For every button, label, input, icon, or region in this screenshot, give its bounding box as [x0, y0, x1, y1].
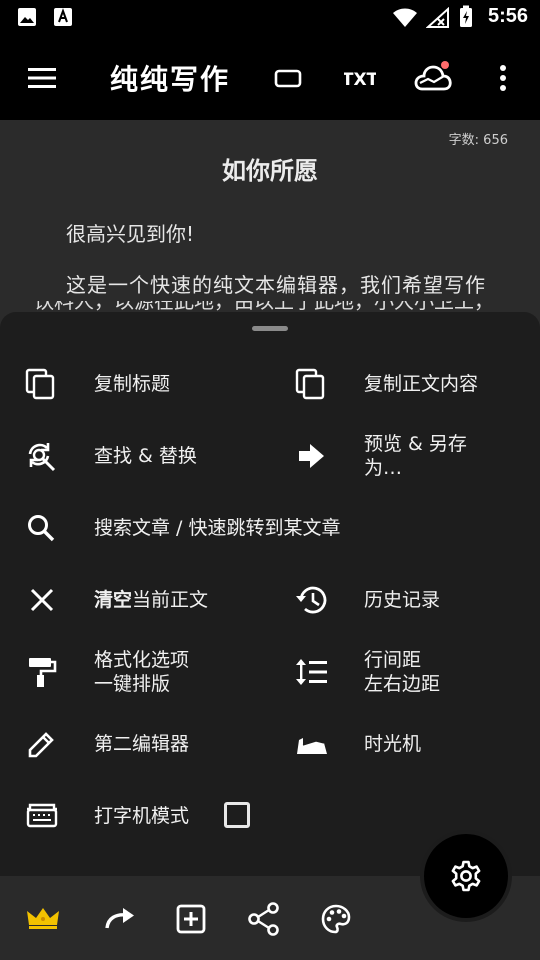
redo-icon[interactable] [104, 906, 136, 932]
status-time: 5:56 [487, 5, 528, 27]
palette-icon[interactable] [320, 903, 352, 935]
format-options-label: 格式化选项 一键排版 [94, 642, 189, 702]
close-icon [30, 588, 54, 612]
add-box-icon[interactable] [176, 904, 206, 934]
clear-body-label: 清空 当前正文 [94, 570, 208, 630]
history-label: 历史记录 [364, 589, 441, 611]
status-bar: 5:56 [0, 0, 540, 36]
search-articles-label: 搜索文章 / 快速跳转到某文章 [94, 517, 341, 539]
line-spacing-item[interactable]: 行间距 左右边距 [294, 642, 534, 702]
signal-icon [426, 7, 449, 28]
search-articles-item[interactable]: 搜索文章 / 快速跳转到某文章 [24, 498, 524, 558]
preview-save-as-item[interactable]: 预览 & 另存 为… [294, 426, 534, 486]
line-spacing-label: 行间距 左右边距 [364, 642, 440, 702]
clear-body-label-bold: 清空 [94, 589, 133, 611]
time-machine-icon [297, 738, 327, 754]
sync-status-dot [441, 61, 449, 69]
line-spacing-line1: 行间距 [364, 649, 422, 671]
crown-icon[interactable] [26, 906, 60, 930]
copy-body-label: 复制正文内容 [364, 373, 479, 395]
a-notification-icon [54, 8, 72, 26]
search-icon [28, 515, 55, 542]
preview-save-as-line2: 为… [364, 457, 403, 479]
history-item[interactable]: 历史记录 [294, 570, 534, 630]
preview-save-as-line1: 预览 & 另存 [364, 433, 467, 455]
cloud-sync-icon[interactable] [412, 60, 454, 94]
app-title: 纯纯写作 [110, 63, 231, 96]
typewriter-icon [26, 803, 58, 828]
copy-title-item[interactable]: 复制标题 [24, 354, 264, 414]
typewriter-mode-label: 打字机模式 [94, 805, 190, 827]
time-machine-item[interactable]: 时光机 [294, 714, 534, 774]
format-options-line2: 一键排版 [94, 673, 171, 695]
word-count: 字数: 656 [448, 133, 508, 148]
clear-body-label-rest: 当前正文 [132, 589, 209, 611]
second-editor-item[interactable]: 第二编辑器 [24, 714, 264, 774]
copy-icon [25, 368, 55, 400]
find-replace-item[interactable]: 查找 & 替换 [24, 426, 264, 486]
typewriter-mode-checkbox[interactable] [224, 802, 250, 828]
clear-body-item[interactable]: 清空 当前正文 [24, 570, 264, 630]
find-replace-icon [28, 443, 56, 472]
menu-bottom-sheet: 复制标题 复制正文内容 查找 & 替换 预览 & 另存 为… 搜索文章 / 快速… [0, 312, 540, 876]
second-editor-label: 第二编辑器 [94, 733, 190, 755]
document-title[interactable]: 如你所愿 [0, 151, 540, 186]
paragraph-2[interactable]: 这是一个快速的纯文本编辑器，我们希望写作 [34, 271, 506, 299]
format-paint-icon [29, 658, 57, 687]
app-bar: 纯纯写作 TXT [0, 36, 540, 120]
wifi-icon [393, 8, 417, 27]
line-spacing-line2: 左右边距 [364, 673, 441, 695]
more-vert-icon[interactable] [498, 64, 508, 92]
battery-icon [460, 5, 472, 27]
fullscreen-icon[interactable] [274, 69, 302, 89]
format-options-line1: 格式化选项 [94, 649, 190, 671]
find-replace-label: 查找 & 替换 [94, 445, 197, 467]
arrow-right-icon [299, 444, 324, 468]
format-options-item[interactable]: 格式化选项 一键排版 [24, 642, 264, 702]
time-machine-label: 时光机 [364, 733, 422, 755]
txt-icon-label: TXT [344, 70, 376, 89]
copy-body-item[interactable]: 复制正文内容 [294, 354, 534, 414]
copy-title-label: 复制标题 [94, 373, 171, 395]
settings-icon [451, 860, 481, 892]
txt-icon[interactable]: TXT [344, 69, 376, 89]
menu-icon[interactable] [28, 68, 56, 88]
copy-icon [295, 368, 325, 400]
pencil-icon [28, 732, 54, 758]
line-spacing-icon [296, 659, 327, 685]
settings-fab[interactable] [424, 834, 508, 918]
paragraph-1[interactable]: 很高兴见到你! [34, 220, 506, 248]
drag-handle[interactable] [252, 326, 288, 331]
history-icon [296, 586, 327, 614]
preview-save-as-label: 预览 & 另存 为… [364, 426, 467, 486]
share-icon[interactable] [248, 902, 280, 936]
image-notification-icon [18, 8, 36, 26]
